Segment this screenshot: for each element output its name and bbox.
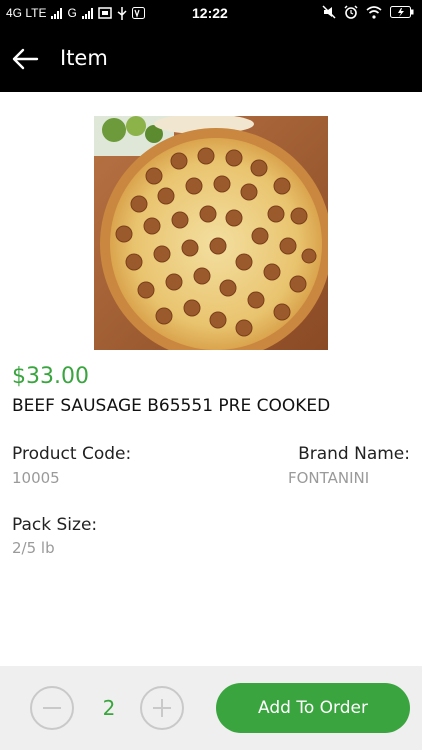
back-arrow-icon[interactable] xyxy=(10,44,40,74)
status-bar: 4G LTE G 12:22 xyxy=(0,0,422,26)
product-price: $33.00 xyxy=(12,364,89,389)
screenshot-icon xyxy=(98,7,112,19)
product-name: BEEF SAUSAGE B65551 PRE COOKED xyxy=(12,396,331,416)
decrease-quantity-button[interactable] xyxy=(30,686,74,730)
minus-icon xyxy=(43,707,61,709)
quantity-value: 2 xyxy=(102,696,116,720)
brand-name-label: Brand Name: xyxy=(298,444,410,464)
network-type-2: G xyxy=(67,6,77,20)
volte-icon xyxy=(131,7,145,19)
increase-quantity-button[interactable] xyxy=(140,686,184,730)
wifi-icon xyxy=(366,5,382,19)
order-footer: 2 Add To Order xyxy=(0,666,422,750)
product-code-value: 10005 xyxy=(12,469,60,487)
signal-icon xyxy=(51,7,63,19)
brand-name-value: FONTANINI xyxy=(288,469,370,487)
app-bar: Item xyxy=(0,26,422,92)
mute-icon xyxy=(322,5,336,19)
product-image xyxy=(94,116,328,350)
product-code-label: Product Code: xyxy=(12,444,132,464)
add-to-order-button[interactable]: Add To Order xyxy=(216,683,410,733)
pizza-image xyxy=(94,116,328,350)
network-type: 4G LTE xyxy=(6,6,47,20)
usb-icon xyxy=(117,6,127,20)
status-right xyxy=(322,5,414,19)
status-time: 12:22 xyxy=(192,5,228,21)
signal-icon-2 xyxy=(81,7,93,19)
alarm-icon xyxy=(344,5,358,19)
battery-icon xyxy=(390,6,414,18)
page-title: Item xyxy=(60,46,108,70)
pack-size-value: 2/5 lb xyxy=(12,539,55,557)
plus-icon xyxy=(153,699,171,717)
pack-size-label: Pack Size: xyxy=(12,515,98,535)
status-left: 4G LTE G xyxy=(6,6,145,20)
